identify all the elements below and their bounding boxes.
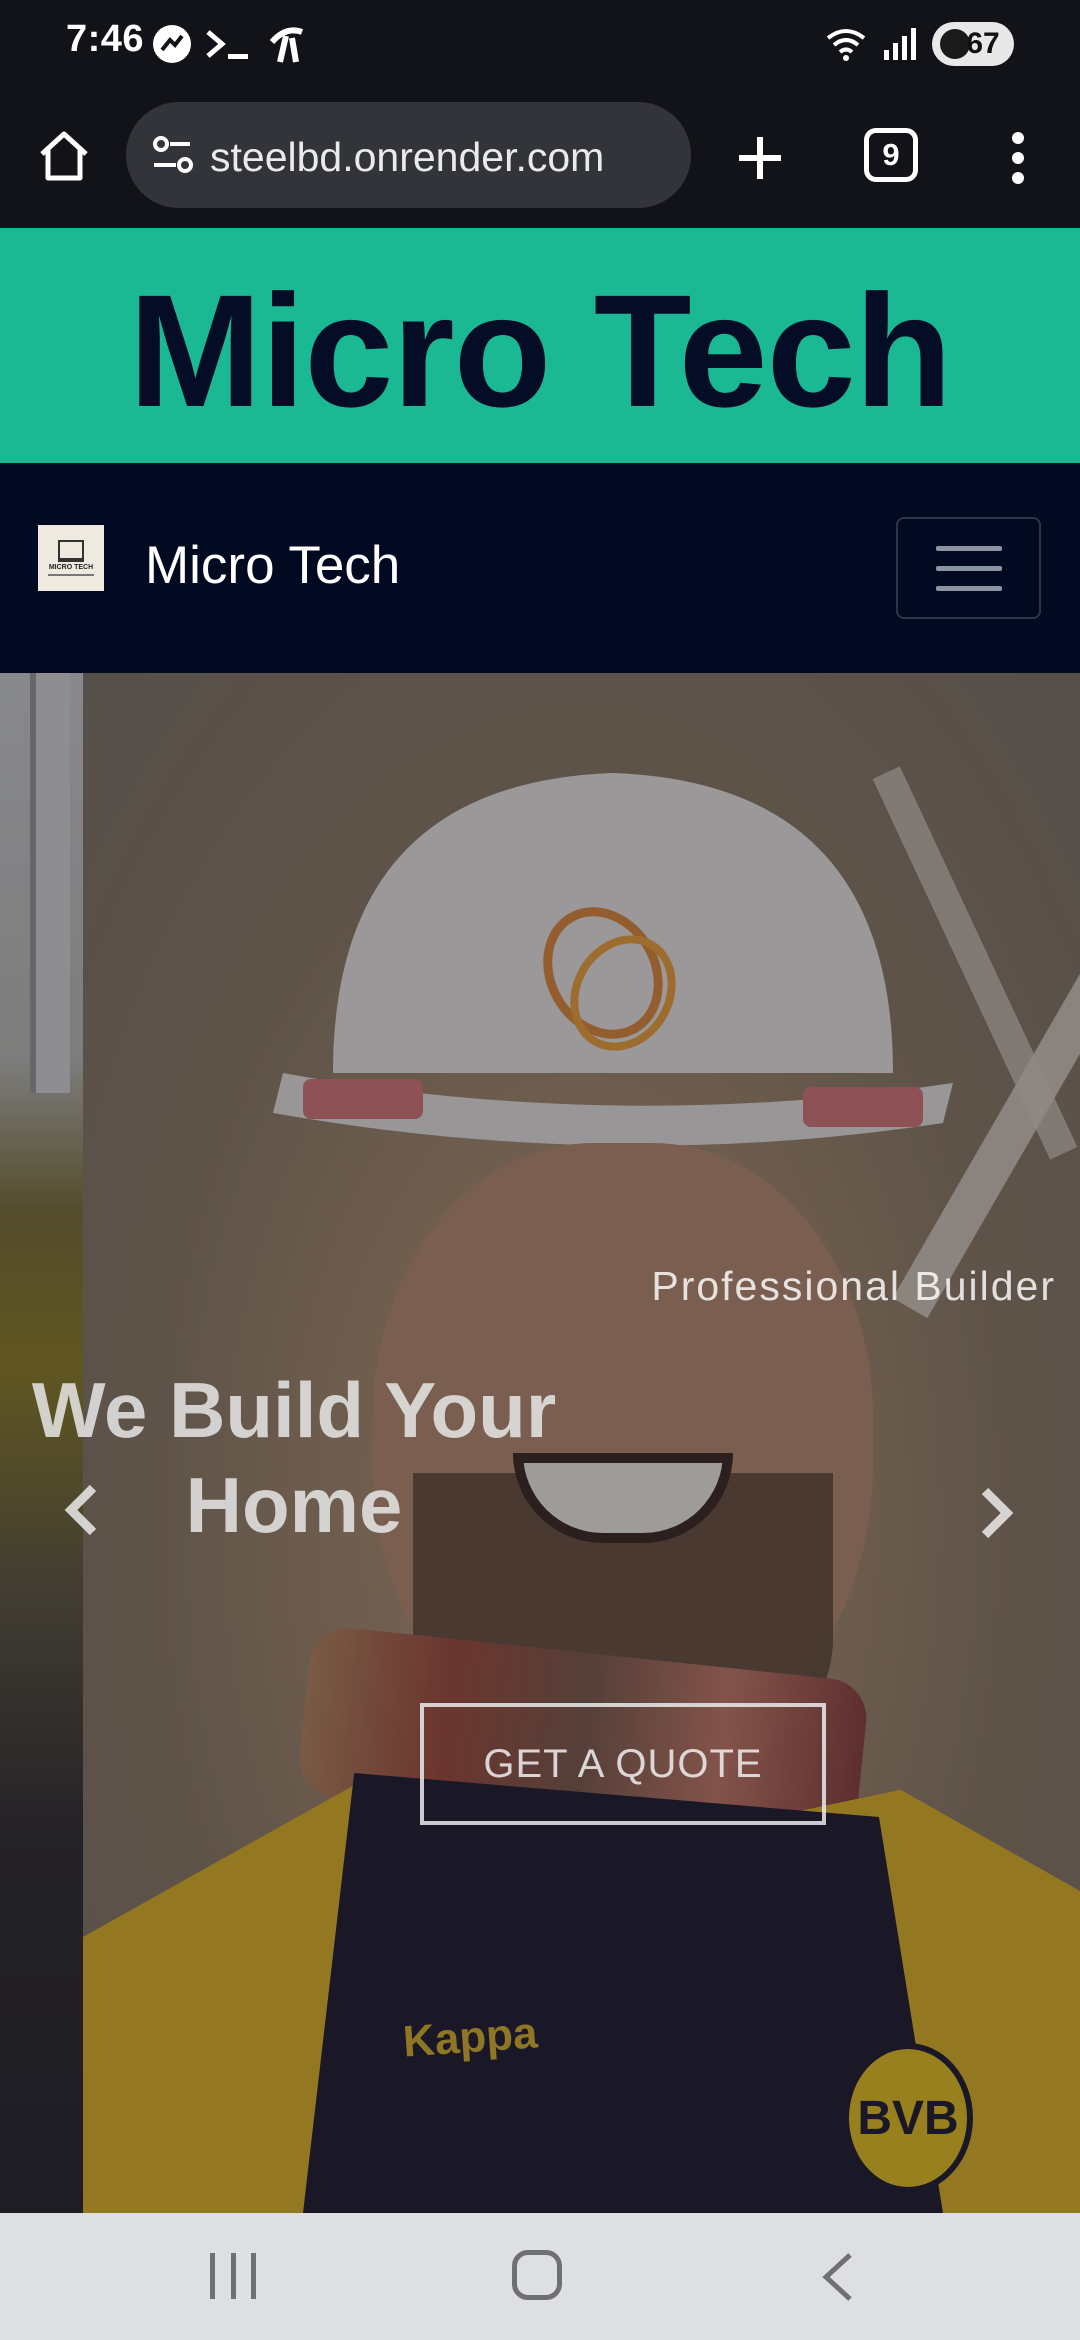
logo-text: MICRO TECH	[48, 564, 94, 571]
get-quote-button[interactable]: GET A QUOTE	[420, 1703, 826, 1825]
status-notification-icons	[150, 22, 308, 66]
browser-menu-button[interactable]	[994, 122, 1042, 194]
status-bar: 7:46 67	[0, 0, 1080, 92]
logo-underline	[48, 574, 94, 576]
hero-subtitle: Professional Builder	[651, 1263, 1056, 1309]
home-nav-button[interactable]	[512, 2250, 562, 2300]
hero-carousel: Kappa BVB Professional Builder We Build …	[0, 673, 1080, 2213]
messenger-icon	[153, 25, 191, 63]
recent-apps-button[interactable]	[210, 2253, 256, 2299]
site-banner: Micro Tech	[0, 228, 1080, 463]
url-text[interactable]: steelbd.onrender.com	[210, 134, 604, 181]
plus-icon	[739, 137, 781, 179]
more-vert-icon	[1012, 132, 1024, 184]
system-navigation-bar	[0, 2213, 1080, 2340]
terminal-icon	[206, 30, 248, 59]
brand-name-link[interactable]: Micro Tech	[145, 535, 400, 596]
signal-icon	[884, 28, 916, 60]
tab-switcher-button[interactable]: 9	[864, 128, 918, 182]
hamburger-icon	[935, 545, 1002, 551]
battery-indicator: 67	[932, 22, 1014, 66]
address-bar[interactable]: steelbd.onrender.com	[126, 102, 691, 208]
carrier-icon	[269, 27, 304, 63]
logo-crane-icon	[58, 540, 84, 562]
home-icon	[40, 131, 88, 181]
battery-level: 67	[966, 27, 1000, 60]
home-button[interactable]	[30, 122, 98, 190]
navbar-toggle-button[interactable]	[896, 517, 1041, 619]
browser-toolbar: steelbd.onrender.com 9	[0, 92, 1080, 228]
banner-title: Micro Tech	[128, 260, 953, 440]
carousel-next-button[interactable]	[974, 1483, 1020, 1543]
back-button[interactable]	[818, 2251, 858, 2303]
brand-logo[interactable]: MICRO TECH	[38, 525, 104, 591]
carousel-prev-button[interactable]	[58, 1480, 104, 1540]
recents-icon	[210, 2253, 215, 2299]
status-system-icons: 67	[824, 20, 1014, 68]
site-navbar: MICRO TECH Micro Tech	[0, 463, 1080, 673]
chevron-left-icon	[64, 1484, 97, 1536]
chevron-right-icon	[981, 1487, 1014, 1539]
new-tab-button[interactable]	[724, 122, 796, 194]
site-settings-icon[interactable]	[148, 129, 200, 181]
wifi-icon	[826, 29, 866, 61]
status-time: 7:46	[66, 18, 145, 60]
